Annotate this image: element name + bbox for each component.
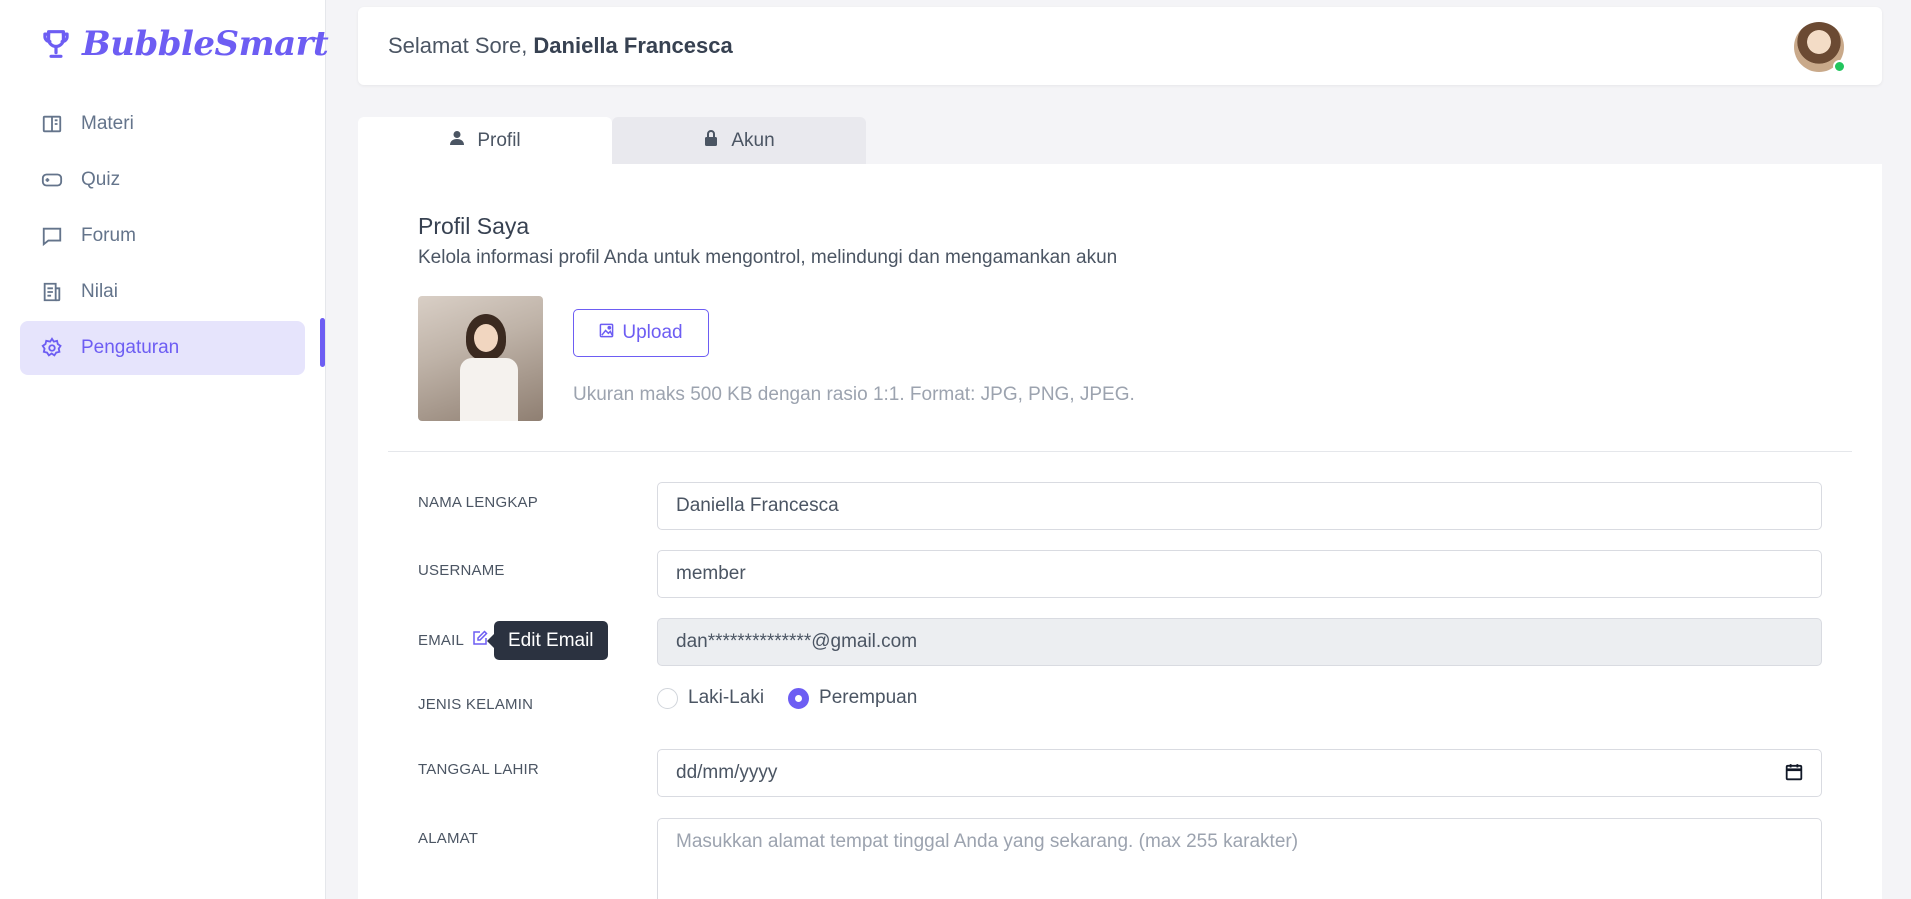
birthdate-value: dd/mm/yyyy (676, 762, 778, 783)
profile-card: Profil Saya Kelola informasi profil Anda… (358, 164, 1882, 899)
email-label-text: EMAIL (418, 631, 465, 649)
gamepad-icon (41, 169, 63, 191)
email-label: EMAIL (418, 630, 488, 650)
section-title: Profil Saya (418, 213, 530, 239)
gender-radio-perempuan[interactable] (788, 687, 810, 709)
profile-photo (418, 296, 543, 421)
address-textarea[interactable]: Masukkan alamat tempat tinggal Anda yang… (657, 818, 1822, 899)
birthdate-label-text: TANGGAL LAHIR (418, 761, 539, 778)
edit-icon[interactable] (472, 630, 488, 650)
full-name-input[interactable]: Daniella Francesca (657, 482, 1822, 530)
brand-name: BubbleSmart (82, 24, 329, 64)
upload-label: Upload (622, 322, 683, 343)
calendar-icon[interactable] (1785, 763, 1803, 787)
gender-label-text: JENIS KELAMIN (418, 696, 534, 713)
sidebar-item-forum[interactable]: Forum (20, 209, 305, 263)
full-name-label: NAMA LENGKAP (418, 494, 538, 511)
gender-option-label: Laki-Laki (688, 687, 765, 708)
tab-label: Akun (731, 129, 775, 151)
sidebar: BubbleSmart Materi Quiz Forum Nilai Peng… (0, 0, 329, 899)
sidebar-item-label: Materi (81, 113, 134, 134)
edit-email-tooltip: Edit Email (487, 621, 608, 660)
trophy-icon (40, 26, 72, 62)
username-label: USERNAME (418, 562, 505, 579)
sidebar-item-pengaturan[interactable]: Pengaturan (20, 321, 305, 375)
tab-label: Profil (477, 129, 521, 151)
brand-logo[interactable]: BubbleSmart (40, 24, 329, 64)
gender-radio-laki-laki[interactable] (657, 687, 678, 709)
sidebar-item-materi[interactable]: Materi (20, 97, 305, 151)
username-value: member (676, 563, 746, 584)
address-placeholder: Masukkan alamat tempat tinggal Anda yang… (676, 831, 1299, 852)
chat-icon (41, 225, 63, 247)
sidebar-item-label: Pengaturan (81, 337, 180, 358)
online-status-dot (1833, 60, 1846, 73)
email-input: dan**************@gmail.com (657, 618, 1822, 666)
active-nav-indicator (320, 318, 325, 367)
gender-radio-group: Laki-Laki Perempuan (657, 687, 931, 709)
sidebar-item-label: Forum (81, 225, 136, 246)
email-value: dan**************@gmail.com (676, 631, 918, 652)
birthdate-label: TANGGAL LAHIR (418, 761, 539, 778)
book-open-icon (41, 113, 63, 135)
sidebar-item-quiz[interactable]: Quiz (20, 153, 305, 207)
username-label-text: USERNAME (418, 562, 505, 579)
username-input[interactable]: member (657, 550, 1822, 598)
image-icon (599, 322, 614, 344)
lock-icon (703, 129, 719, 153)
birthdate-input[interactable]: dd/mm/yyyy (657, 749, 1822, 797)
tab-profil[interactable]: Profil (358, 117, 612, 164)
gear-icon (41, 337, 63, 359)
top-header: Selamat Sore, Daniella Francesca (358, 7, 1882, 85)
sidebar-nav: Materi Quiz Forum Nilai Pengaturan (20, 97, 305, 377)
user-icon (449, 130, 465, 152)
gender-option-label: Perempuan (819, 687, 918, 708)
greeting: Selamat Sore, Daniella Francesca (388, 33, 733, 59)
upload-button[interactable]: Upload (573, 309, 709, 357)
sidebar-item-label: Nilai (81, 281, 118, 302)
sidebar-item-label: Quiz (81, 169, 121, 190)
report-icon (41, 281, 63, 303)
address-label: ALAMAT (418, 830, 478, 847)
full-name-value: Daniella Francesca (676, 495, 839, 516)
section-description: Kelola informasi profil Anda untuk mengo… (418, 247, 1118, 268)
user-name: Daniella Francesca (533, 33, 733, 58)
tab-akun[interactable]: Akun (612, 117, 866, 164)
greeting-text: Selamat Sore, (388, 33, 528, 58)
upload-hint: Ukuran maks 500 KB dengan rasio 1:1. For… (573, 384, 1135, 405)
sidebar-item-nilai[interactable]: Nilai (20, 265, 305, 319)
gender-label: JENIS KELAMIN (418, 696, 533, 713)
divider (388, 451, 1852, 452)
settings-tabs: Profil Akun (358, 117, 866, 164)
address-label-text: ALAMAT (418, 830, 479, 847)
full-name-label-text: NAMA LENGKAP (418, 494, 538, 511)
